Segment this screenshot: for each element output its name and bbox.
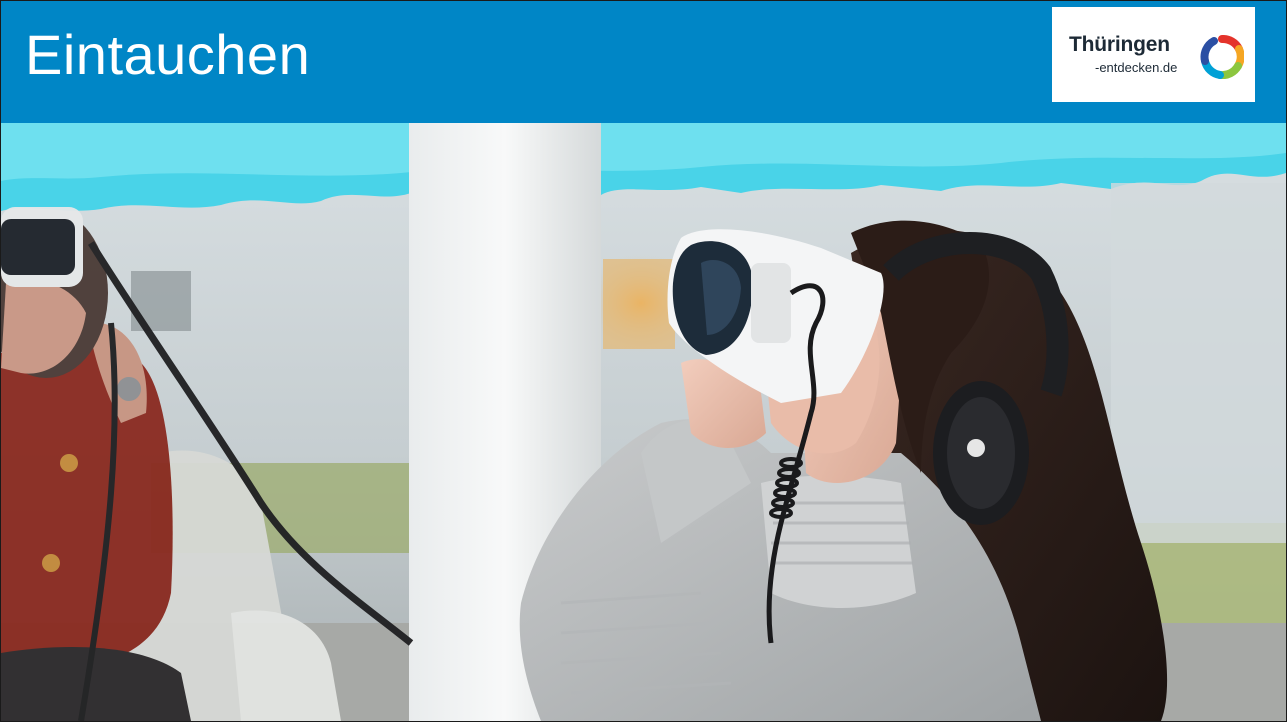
slide: Eintauchen Thüringen -entdecken.de bbox=[0, 0, 1287, 722]
multicolor-ring-icon bbox=[1200, 35, 1244, 79]
slide-title: Eintauchen bbox=[25, 23, 311, 86]
vr-headset-photo bbox=[1, 123, 1286, 721]
logo-wordmark: Thüringen bbox=[1069, 33, 1170, 56]
thueringen-logo: Thüringen -entdecken.de bbox=[1052, 7, 1255, 102]
title-bar: Eintauchen Thüringen -entdecken.de bbox=[1, 1, 1286, 123]
logo-domain: -entdecken.de bbox=[1095, 60, 1178, 75]
